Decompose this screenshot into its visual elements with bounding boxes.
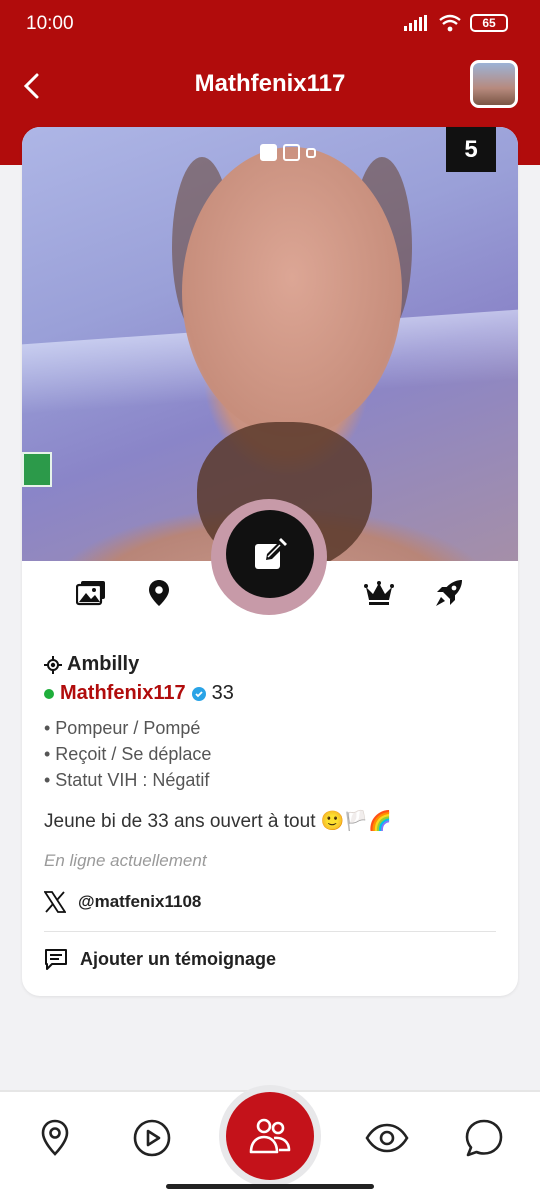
twitter-handle: @matfenix1108 xyxy=(78,892,202,911)
nav-community-button[interactable] xyxy=(226,1092,314,1180)
location-pin-icon xyxy=(149,580,169,606)
tag-item: • Reçoit / Se déplace xyxy=(44,744,212,764)
tag-item: • Pompeur / Pompé xyxy=(44,718,201,738)
twitter-link[interactable]: @matfenix1108 xyxy=(44,891,496,913)
age: 33 xyxy=(211,682,234,704)
profile-tags: • Pompeur / Pompé • Reçoit / Se déplace … xyxy=(44,715,496,793)
page-title: Mathfenix117 xyxy=(194,70,346,97)
chat-icon xyxy=(465,1119,503,1157)
edit-icon xyxy=(255,538,287,569)
photo-pagination xyxy=(260,144,316,161)
profile-info: Ambilly Mathfenix117 33 • Pompeur / Pomp… xyxy=(44,653,496,970)
city-row: Ambilly xyxy=(44,653,496,676)
boost-button[interactable] xyxy=(433,577,465,609)
avatar[interactable] xyxy=(470,60,518,108)
add-testimony-label: Ajouter un témoignage xyxy=(80,948,277,969)
online-status-text: En ligne actuellement xyxy=(44,851,207,870)
profile-photo[interactable]: 5 xyxy=(22,127,518,561)
battery-level: 65 xyxy=(482,16,496,30)
premium-button[interactable] xyxy=(363,577,395,609)
eye-icon xyxy=(365,1123,409,1153)
community-icon xyxy=(249,1118,291,1154)
app-header: Mathfenix117 xyxy=(0,54,540,118)
online-status-dot xyxy=(44,688,54,699)
crown-icon xyxy=(364,581,394,605)
photo-face xyxy=(182,147,402,437)
wifi-icon xyxy=(439,14,461,32)
nav-map-button[interactable] xyxy=(33,1116,77,1160)
map-pin-icon xyxy=(41,1119,69,1156)
photo-dot-2[interactable] xyxy=(283,144,300,161)
verified-badge-icon xyxy=(191,686,206,701)
photo-dot-3[interactable] xyxy=(306,147,316,158)
city-label: Ambilly xyxy=(67,653,140,675)
target-location-icon xyxy=(44,655,62,674)
add-testimony-button[interactable]: Ajouter un témoignage xyxy=(44,948,496,970)
nav-visitors-button[interactable] xyxy=(365,1116,409,1160)
username-row: Mathfenix117 33 xyxy=(44,682,496,705)
x-twitter-icon xyxy=(44,891,66,913)
tag-item: • Statut VIH : Négatif xyxy=(44,770,210,790)
nav-messages-button[interactable] xyxy=(462,1116,506,1160)
username: Mathfenix117 xyxy=(60,682,186,704)
edit-profile-button[interactable] xyxy=(226,510,314,598)
profile-bio: Jeune bi de 33 ans ouvert à tout 🙂🏳️🌈 xyxy=(44,811,392,832)
play-icon xyxy=(133,1119,171,1157)
nav-videos-button[interactable] xyxy=(130,1116,174,1160)
photo-count-badge: 5 xyxy=(446,127,496,172)
bottom-navigation xyxy=(0,1085,540,1199)
profile-card: 5 Ambilly Mathfenix117 33 • Pompeur / Po… xyxy=(22,127,518,996)
status-bar: 10:00 65 xyxy=(0,0,540,44)
gallery-button[interactable] xyxy=(75,577,107,609)
comment-icon xyxy=(45,949,67,970)
rocket-icon xyxy=(436,580,462,606)
battery-indicator: 65 xyxy=(470,14,508,32)
photo-exit-sign xyxy=(22,452,52,487)
divider xyxy=(44,931,496,932)
home-indicator[interactable] xyxy=(166,1184,374,1189)
photo-dot-1[interactable] xyxy=(260,144,277,161)
signal-icon xyxy=(404,15,427,31)
gallery-icon xyxy=(76,581,105,606)
status-time: 10:00 xyxy=(26,13,74,34)
location-button[interactable] xyxy=(143,577,175,609)
